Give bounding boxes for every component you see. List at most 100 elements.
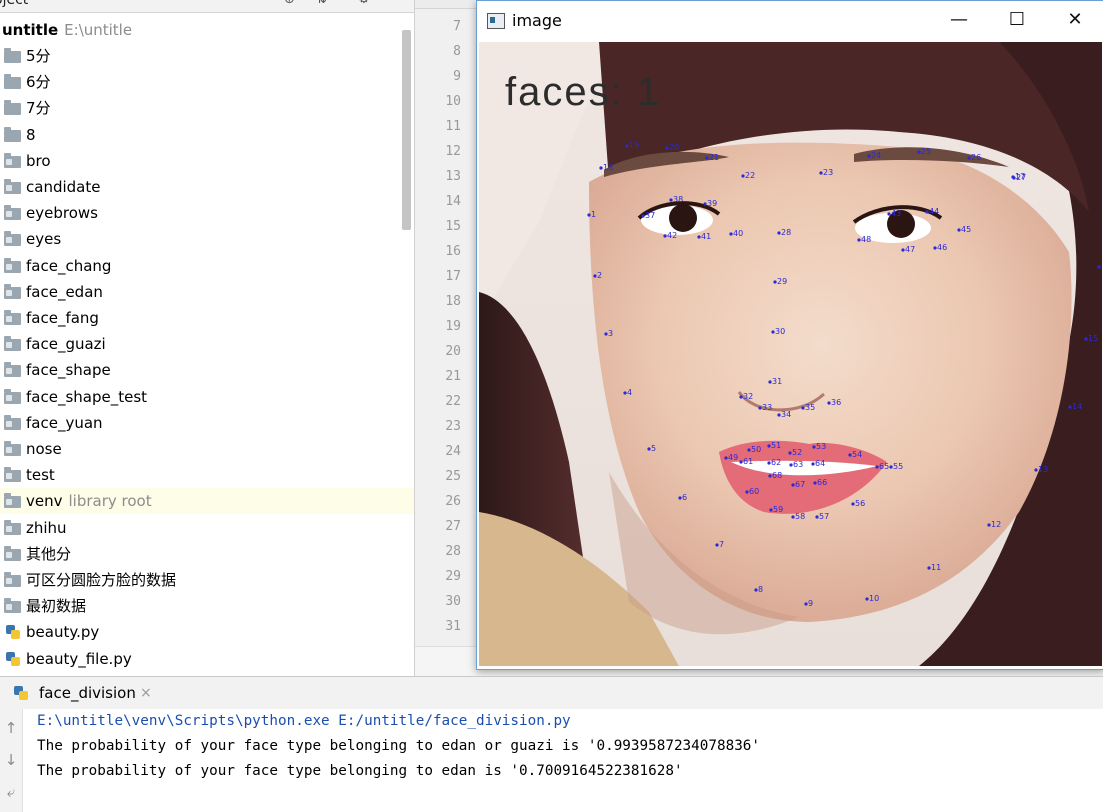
tree-item[interactable]: beauty_file.py <box>0 646 414 672</box>
line-number: 13 <box>445 169 461 184</box>
folder-icon <box>4 388 21 404</box>
tree-item[interactable]: bro <box>0 148 414 174</box>
console-output[interactable]: E:\untitle\venv\Scripts\python.exe E:/un… <box>23 709 1103 812</box>
tree-item[interactable]: face_edan <box>0 279 414 305</box>
folder-icon <box>4 152 21 168</box>
tree-item-label: eyebrows <box>26 204 98 223</box>
landmark-label: 53 <box>816 442 826 451</box>
tree-item[interactable]: venv library root <box>0 488 414 515</box>
tree-item-label: 7分 <box>26 99 51 118</box>
tree-item-label: face_shape <box>26 361 111 380</box>
tree-item-label: face_yuan <box>26 413 103 432</box>
run-tab-label: face_division <box>39 684 136 702</box>
tree-root[interactable]: untitle E:\untitle <box>0 17 414 43</box>
close-button[interactable]: ✕ <box>1052 5 1098 35</box>
landmark-label: 23 <box>823 168 833 177</box>
tree-item[interactable]: face_guazi <box>0 331 414 357</box>
landmark-label: 64 <box>815 459 825 468</box>
folder-icon <box>4 310 21 325</box>
tree-item[interactable]: eyebrows <box>0 200 414 226</box>
window-title: image <box>512 11 562 30</box>
tree-item[interactable]: 6分 <box>0 69 414 95</box>
folder-icon <box>4 231 21 247</box>
tree-item[interactable]: 可区分圆脸方脸的数据 <box>0 567 414 593</box>
folder-icon <box>4 283 21 299</box>
tree-item[interactable]: face_chang <box>0 253 414 279</box>
tree-item[interactable]: face_shape_test <box>0 384 414 410</box>
maximize-button[interactable]: ☐ <box>994 5 1040 35</box>
project-tree: untitle E:\untitle 5分 6分 7分 8 bro candidate eye… <box>0 13 414 675</box>
tree-item[interactable]: face_shape <box>0 357 414 383</box>
gear-icon[interactable]: ⚙ <box>358 0 370 7</box>
line-number: 10 <box>445 94 461 109</box>
up-arrow-icon[interactable]: ↑ <box>3 719 19 737</box>
landmark-label: 33 <box>762 403 772 412</box>
tree-item-label: beauty_file.py <box>26 649 132 668</box>
landmark-label: 18 <box>603 163 613 172</box>
folder-icon <box>4 179 21 194</box>
run-tab-close-icon[interactable]: × <box>140 677 152 709</box>
tree-vertical-scrollbar[interactable] <box>402 30 411 230</box>
tree-item[interactable]: test <box>0 462 414 488</box>
landmark-label: 57 <box>819 512 829 521</box>
landmark-label: 48 <box>861 235 871 244</box>
landmark-label: 7 <box>719 540 724 549</box>
tree-item-label: 6分 <box>26 73 51 92</box>
tree-item-label: 8 <box>26 125 36 144</box>
landmark-label: 66 <box>817 478 827 487</box>
tree-item[interactable]: zhihu <box>0 515 414 541</box>
collapse-icon[interactable]: ⇅ <box>316 0 327 7</box>
landmark-label: 41 <box>701 232 711 241</box>
line-number: 11 <box>445 119 461 134</box>
tree-item[interactable]: candidate <box>0 174 414 200</box>
landmark-label: 45 <box>961 225 971 234</box>
face-landmark-image: 1234567891011121314151617181920212223242… <box>479 42 1102 666</box>
console-line-command: E:\untitle\venv\Scripts\python.exe E:/un… <box>37 713 571 729</box>
tree-item[interactable]: 其他分 <box>0 541 414 567</box>
python-file-icon <box>6 625 20 640</box>
wrap-icon[interactable]: ⤶ <box>3 783 19 801</box>
tree-item[interactable]: 8 <box>0 122 414 148</box>
landmark-label: 37 <box>645 211 655 220</box>
landmark-label: 27 <box>1016 173 1026 182</box>
hide-icon[interactable]: — <box>392 0 405 7</box>
folder-icon <box>4 572 21 587</box>
line-number: 28 <box>445 544 461 559</box>
tree-item-label: test <box>26 466 55 485</box>
tree-item-hint: library root <box>68 492 152 511</box>
tree-item-label: 最初数据 <box>26 597 87 616</box>
folder-icon <box>4 545 21 561</box>
landmark-label: 6 <box>682 493 687 502</box>
tree-item[interactable]: 最初数据 <box>0 593 414 619</box>
globe-icon[interactable]: ⊕ <box>284 0 295 7</box>
image-window-titlebar[interactable]: image — ☐ ✕ <box>477 1 1103 41</box>
landmark-label: 55 <box>893 462 903 471</box>
minimize-button[interactable]: — <box>936 5 982 35</box>
tree-item[interactable]: nose <box>0 436 414 462</box>
landmark-label: 62 <box>771 458 781 467</box>
run-toolbar: ↑ ↓ ⤶ <box>0 709 23 812</box>
landmark-label: 40 <box>733 229 743 238</box>
tree-item[interactable]: 7分 <box>0 95 414 121</box>
landmark-label: 54 <box>852 450 862 459</box>
image-window[interactable]: image — ☐ ✕ 1 2 3 4 5 6 7 8 9 10 11 12 1… <box>476 0 1103 670</box>
line-number: 22 <box>445 394 461 409</box>
folder-icon <box>4 493 21 509</box>
tree-item[interactable]: face_fang <box>0 305 414 331</box>
tree-item[interactable]: eyes <box>0 226 414 252</box>
folder-icon <box>4 467 21 483</box>
folder-icon <box>4 100 21 116</box>
landmark-label: 35 <box>805 403 815 412</box>
tree-item[interactable]: face_yuan <box>0 410 414 436</box>
line-number: 25 <box>445 469 461 484</box>
landmark-label: 44 <box>929 207 939 216</box>
tree-item[interactable]: beauty.py <box>0 619 414 645</box>
down-arrow-icon[interactable]: ↓ <box>3 751 19 769</box>
tree-item-label: face_edan <box>26 282 103 301</box>
landmark-label: 10 <box>869 594 879 603</box>
landmark-label: 9 <box>808 599 813 608</box>
folder-icon <box>4 48 21 63</box>
landmark-label: 2 <box>597 271 602 280</box>
tree-item[interactable]: 5分 <box>0 43 414 69</box>
landmark-label: 15 <box>1088 334 1098 343</box>
